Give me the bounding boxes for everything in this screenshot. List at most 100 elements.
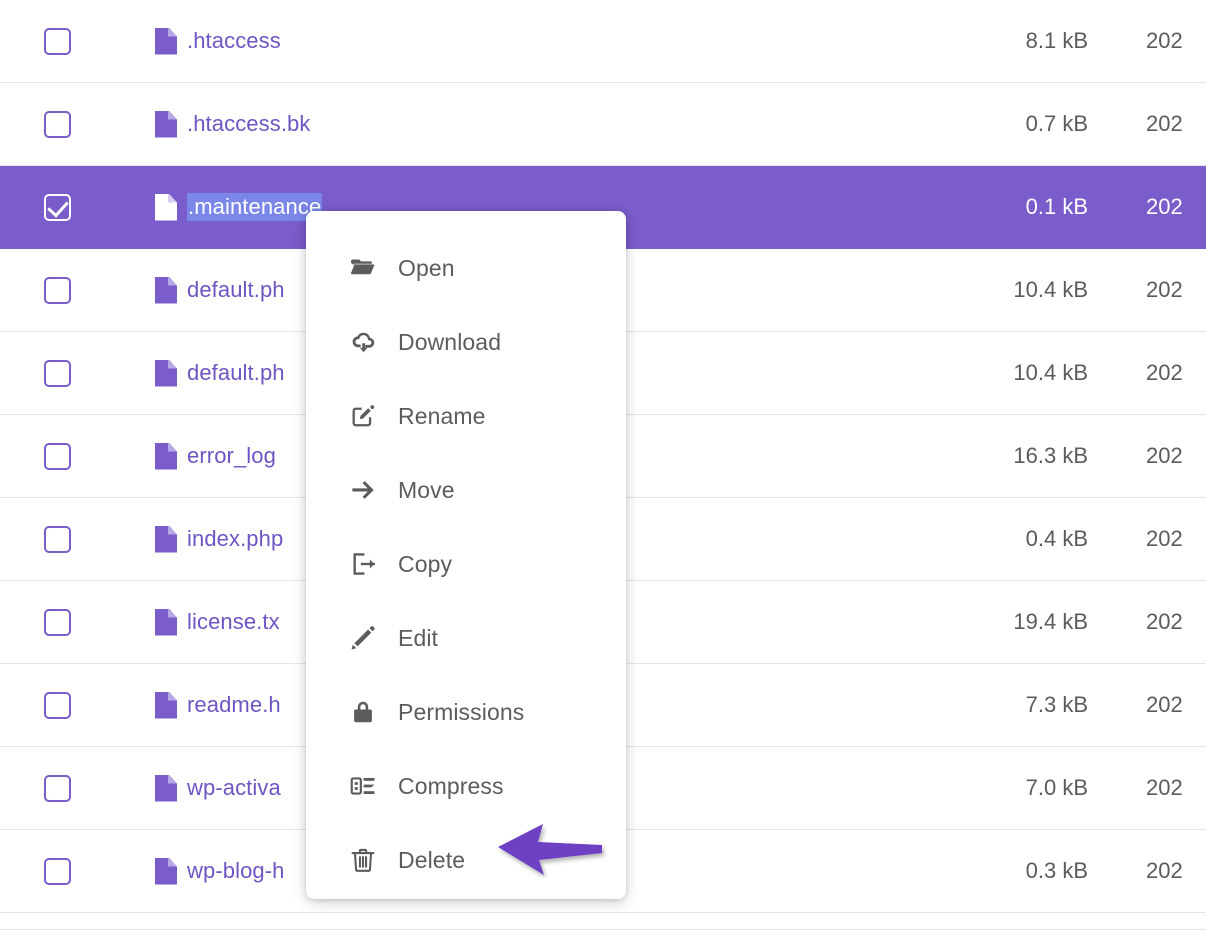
file-document-icon [155, 27, 177, 55]
folder-icon [350, 255, 376, 281]
menu-item-edit[interactable]: Edit [306, 601, 626, 675]
file-size-cell: 8.1 kB [1025, 28, 1088, 53]
checkbox-unchecked[interactable] [44, 691, 71, 719]
menu-item-compress[interactable]: Compress [306, 749, 626, 823]
checkbox-unchecked[interactable] [44, 276, 71, 304]
file-size-cell: 7.3 kB [1025, 692, 1088, 717]
trash-icon [350, 847, 376, 873]
row-checkbox-cell [0, 525, 120, 553]
file-size-cell: 0.4 kB [1025, 526, 1088, 551]
file-date-cell: 202 [1146, 111, 1183, 136]
file-name-link[interactable]: readme.h [187, 692, 281, 718]
file-size-cell: 19.4 kB [1013, 609, 1088, 634]
file-document-icon [155, 525, 177, 553]
file-document-icon [155, 110, 177, 138]
file-date-cell: 202 [1146, 443, 1183, 468]
menu-item-label: Permissions [398, 698, 525, 725]
menu-item-label: Open [398, 254, 455, 281]
compress-archive-icon [350, 773, 376, 799]
row-checkbox-cell [0, 691, 120, 719]
file-name-link[interactable]: default.ph [187, 360, 285, 386]
checkbox-unchecked[interactable] [44, 608, 71, 636]
table-row[interactable]: .htaccess 8.1 kB 202 [0, 0, 1206, 83]
menu-item-move[interactable]: Move [306, 453, 626, 527]
file-name-link[interactable]: .htaccess.bk [187, 111, 310, 137]
file-date-cell: 202 [1146, 277, 1183, 302]
menu-item-open[interactable]: Open [306, 231, 626, 305]
file-document-icon [155, 193, 177, 221]
arrow-right-icon [350, 477, 376, 503]
checkbox-unchecked[interactable] [44, 27, 71, 55]
file-document-icon [155, 359, 177, 387]
file-date-cell: 202 [1146, 609, 1183, 634]
row-checkbox-cell [0, 27, 120, 55]
checkbox-unchecked[interactable] [44, 857, 71, 885]
row-checkbox-cell [0, 359, 120, 387]
menu-item-copy[interactable]: Copy [306, 527, 626, 601]
menu-item-label: Move [398, 476, 455, 503]
file-size-cell: 16.3 kB [1013, 443, 1088, 468]
lock-icon [350, 699, 376, 725]
table-row[interactable]: .htaccess.bk 0.7 kB 202 [0, 83, 1206, 166]
rename-pencil-square-icon [350, 403, 376, 429]
file-name-link[interactable]: error_log [187, 443, 276, 469]
file-name-link[interactable]: wp-blog-h [187, 858, 285, 884]
file-name-link[interactable]: .htaccess [187, 28, 281, 54]
file-date-cell: 202 [1146, 360, 1183, 385]
file-document-icon [155, 857, 177, 885]
text-selection-highlight: .maintenance [187, 193, 323, 221]
file-date-cell: 202 [1146, 28, 1183, 53]
file-date-cell: 202 [1146, 526, 1183, 551]
checkmark-icon [47, 194, 69, 218]
menu-item-permissions[interactable]: Permissions [306, 675, 626, 749]
row-checkbox-cell [0, 193, 120, 221]
file-name-link[interactable]: default.ph [187, 277, 285, 303]
row-checkbox-cell [0, 608, 120, 636]
file-document-icon [155, 276, 177, 304]
file-document-icon [155, 774, 177, 802]
file-date-cell: 202 [1146, 858, 1183, 883]
menu-item-label: Edit [398, 624, 439, 651]
row-checkbox-cell [0, 774, 120, 802]
file-name-cell: .htaccess [120, 27, 916, 55]
row-checkbox-cell [0, 110, 120, 138]
checkbox-checked[interactable] [44, 193, 71, 221]
file-size-cell: 10.4 kB [1013, 360, 1088, 385]
menu-item-delete[interactable]: Delete [306, 823, 626, 897]
menu-item-label: Copy [398, 550, 453, 577]
file-date-cell: 202 [1146, 775, 1183, 800]
file-name-link[interactable]: wp-activa [187, 775, 281, 801]
file-document-icon [155, 691, 177, 719]
file-name-link[interactable]: index.php [187, 526, 283, 552]
file-document-icon [155, 442, 177, 470]
file-document-icon [155, 608, 177, 636]
row-checkbox-cell [0, 442, 120, 470]
row-checkbox-cell [0, 857, 120, 885]
file-name-cell: .htaccess.bk [120, 110, 916, 138]
file-size-cell: 10.4 kB [1013, 277, 1088, 302]
file-date-cell: 202 [1146, 194, 1183, 219]
menu-item-label: Download [398, 328, 502, 355]
file-name-link[interactable]: .maintenance [187, 193, 323, 221]
file-size-cell: 0.7 kB [1025, 111, 1088, 136]
checkbox-unchecked[interactable] [44, 442, 71, 470]
menu-item-label: Rename [398, 402, 486, 429]
menu-item-download[interactable]: Download [306, 305, 626, 379]
file-date-cell: 202 [1146, 692, 1183, 717]
file-name-link[interactable]: license.tx [187, 609, 280, 635]
file-size-cell: 0.1 kB [1025, 194, 1088, 219]
file-size-cell: 7.0 kB [1025, 775, 1088, 800]
checkbox-unchecked[interactable] [44, 359, 71, 387]
checkbox-unchecked[interactable] [44, 525, 71, 553]
copy-export-icon [350, 551, 376, 577]
row-checkbox-cell [0, 276, 120, 304]
menu-item-label: Compress [398, 772, 504, 799]
file-context-menu[interactable]: Open Download Rename Move Copy Edit Permission… [306, 211, 626, 899]
cloud-download-icon [350, 329, 376, 355]
menu-item-label: Delete [398, 846, 466, 873]
table-row-partial[interactable] [0, 913, 1206, 930]
pencil-icon [350, 625, 376, 651]
checkbox-unchecked[interactable] [44, 110, 71, 138]
checkbox-unchecked[interactable] [44, 774, 71, 802]
menu-item-rename[interactable]: Rename [306, 379, 626, 453]
